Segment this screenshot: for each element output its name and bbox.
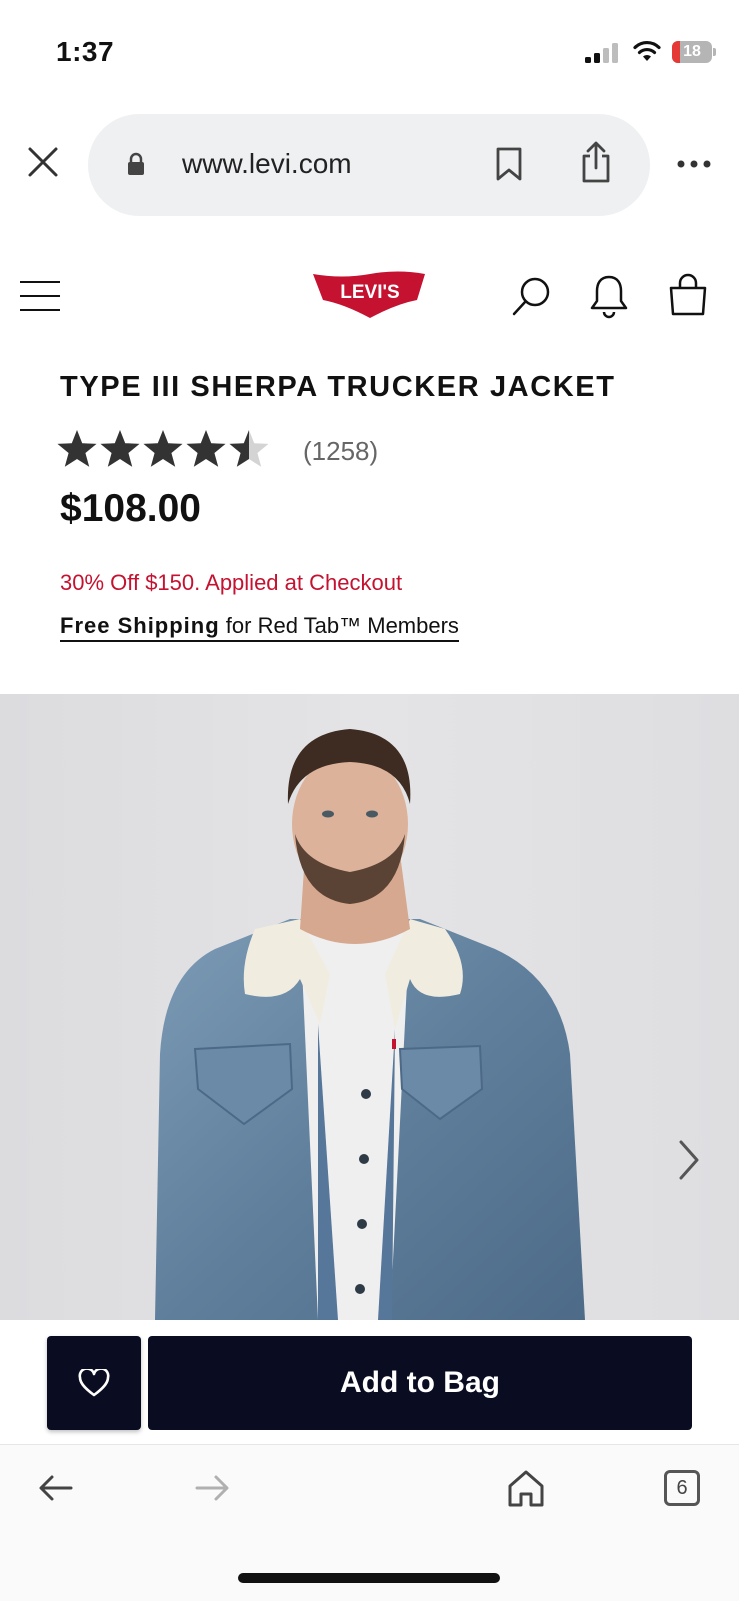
promo-text: 30% Off $150. Applied at Checkout	[60, 570, 403, 595]
more-options-icon[interactable]	[676, 156, 712, 174]
lock-icon	[126, 152, 146, 181]
heart-icon	[78, 1369, 110, 1397]
notification-bell-icon[interactable]	[589, 273, 629, 324]
close-icon[interactable]	[24, 143, 62, 181]
search-icon[interactable]	[510, 274, 554, 323]
star-icon	[143, 430, 183, 467]
wishlist-button[interactable]	[47, 1336, 141, 1430]
add-to-bag-button[interactable]: Add to Bag	[148, 1336, 692, 1430]
star-icon	[100, 430, 140, 467]
tabs-button[interactable]: 6	[664, 1470, 700, 1506]
address-bar[interactable]	[88, 114, 650, 216]
star-icon	[57, 430, 97, 467]
battery-level: 18	[683, 43, 701, 60]
shipping-detail: for Red Tab™ Members	[219, 613, 459, 638]
logo-text: LEVI'S	[340, 282, 399, 303]
levis-logo[interactable]: LEVI'S ®	[311, 270, 429, 325]
tab-count: 6	[676, 1477, 688, 1499]
bookmark-icon[interactable]	[494, 146, 524, 187]
battery-terminal	[713, 48, 716, 56]
free-shipping-bold: Free Shipping	[60, 613, 220, 638]
product-price: $108.00	[60, 487, 201, 530]
forward-arrow-icon[interactable]	[194, 1474, 230, 1507]
home-icon[interactable]	[507, 1468, 545, 1513]
share-icon[interactable]	[578, 140, 614, 189]
star-icon	[229, 430, 269, 467]
status-time: 1:37	[56, 36, 115, 67]
registered-mark: ®	[410, 273, 418, 285]
product-image[interactable]	[0, 694, 739, 1320]
review-count[interactable]: (1258)	[303, 436, 378, 467]
next-image-chevron-icon[interactable]	[677, 1140, 701, 1185]
back-arrow-icon[interactable]	[38, 1474, 74, 1507]
home-indicator[interactable]	[238, 1573, 500, 1583]
free-shipping-link[interactable]: Free Shipping for Red Tab™ Members	[60, 613, 459, 642]
battery-icon: 18	[672, 41, 712, 63]
star-icon	[186, 430, 226, 467]
product-title: TYPE III SHERPA TRUCKER JACKET	[60, 371, 616, 403]
shopping-bag-icon[interactable]	[667, 272, 709, 323]
hamburger-menu-icon[interactable]	[20, 281, 60, 311]
url-text[interactable]: www.levi.com	[182, 148, 352, 180]
wifi-icon	[632, 40, 662, 67]
cellular-signal-icon	[585, 43, 619, 63]
